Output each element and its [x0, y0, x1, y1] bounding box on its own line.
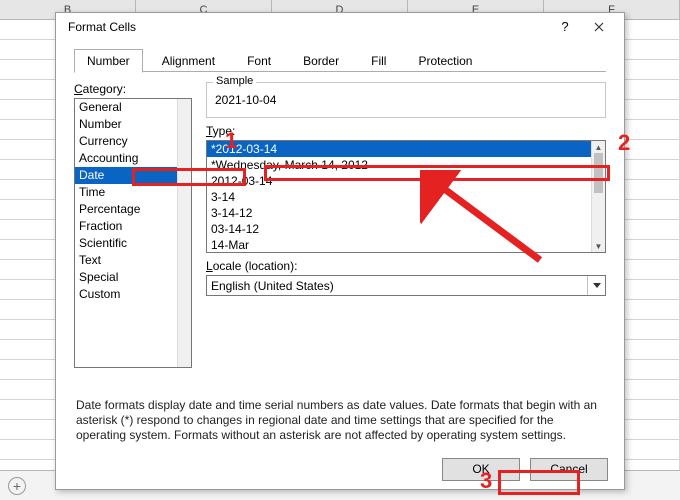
type-item[interactable]: 03-14-12 [207, 221, 605, 237]
type-item[interactable]: 3-14 [207, 189, 605, 205]
type-scrollbar[interactable]: ▲▼ [591, 141, 605, 252]
category-item[interactable]: Currency [75, 133, 191, 150]
category-item[interactable]: Date [75, 167, 191, 184]
tab-number[interactable]: Number [74, 49, 143, 73]
category-label: Category: [74, 82, 192, 96]
type-item[interactable]: 3-14-12 [207, 205, 605, 221]
sample-value: 2021-10-04 [215, 93, 597, 107]
sample-label: Sample [213, 75, 256, 87]
category-listbox[interactable]: GeneralNumberCurrencyAccountingDateTimeP… [74, 98, 192, 368]
category-item[interactable]: Number [75, 116, 191, 133]
category-item[interactable]: Custom [75, 286, 191, 303]
dialog-title: Format Cells [64, 20, 548, 34]
category-scrollbar[interactable] [177, 99, 191, 367]
type-listbox[interactable]: *2012-03-14*Wednesday, March 14, 2012201… [206, 140, 606, 253]
ok-button[interactable]: OK [442, 458, 520, 481]
type-item[interactable]: 2012-03-14 [207, 173, 605, 189]
format-description: Date formats display date and time seria… [74, 398, 606, 443]
close-icon [594, 22, 604, 32]
category-item[interactable]: Scientific [75, 235, 191, 252]
help-button[interactable]: ? [548, 14, 582, 40]
tab-border[interactable]: Border [290, 49, 352, 73]
category-item[interactable]: Special [75, 269, 191, 286]
tab-strip: NumberAlignmentFontBorderFillProtection [56, 40, 624, 72]
sample-group: Sample 2021-10-04 [206, 82, 606, 118]
chevron-down-icon [587, 276, 605, 295]
cancel-button[interactable]: Cancel [530, 458, 608, 481]
category-item[interactable]: General [75, 99, 191, 116]
add-sheet-button[interactable]: + [8, 477, 26, 495]
type-item[interactable]: *2012-03-14 [207, 141, 605, 157]
locale-label: Locale (location): [206, 259, 606, 273]
type-item[interactable]: 14-Mar [207, 237, 605, 253]
type-label: Type: [206, 124, 606, 138]
category-item[interactable]: Time [75, 184, 191, 201]
format-cells-dialog: Format Cells ? NumberAlignmentFontBorder… [55, 12, 625, 490]
locale-value: English (United States) [211, 279, 334, 293]
category-item[interactable]: Fraction [75, 218, 191, 235]
tab-alignment[interactable]: Alignment [149, 49, 228, 73]
number-pane: Category: GeneralNumberCurrencyAccountin… [56, 72, 624, 449]
tab-font[interactable]: Font [234, 49, 284, 73]
category-item[interactable]: Text [75, 252, 191, 269]
type-item[interactable]: *Wednesday, March 14, 2012 [207, 157, 605, 173]
tab-fill[interactable]: Fill [358, 49, 399, 73]
category-item[interactable]: Percentage [75, 201, 191, 218]
category-item[interactable]: Accounting [75, 150, 191, 167]
dialog-titlebar: Format Cells ? [56, 13, 624, 40]
dialog-button-row: OK Cancel [56, 449, 624, 489]
locale-dropdown[interactable]: English (United States) [206, 275, 606, 296]
close-button[interactable] [582, 14, 616, 40]
tab-protection[interactable]: Protection [405, 49, 485, 73]
